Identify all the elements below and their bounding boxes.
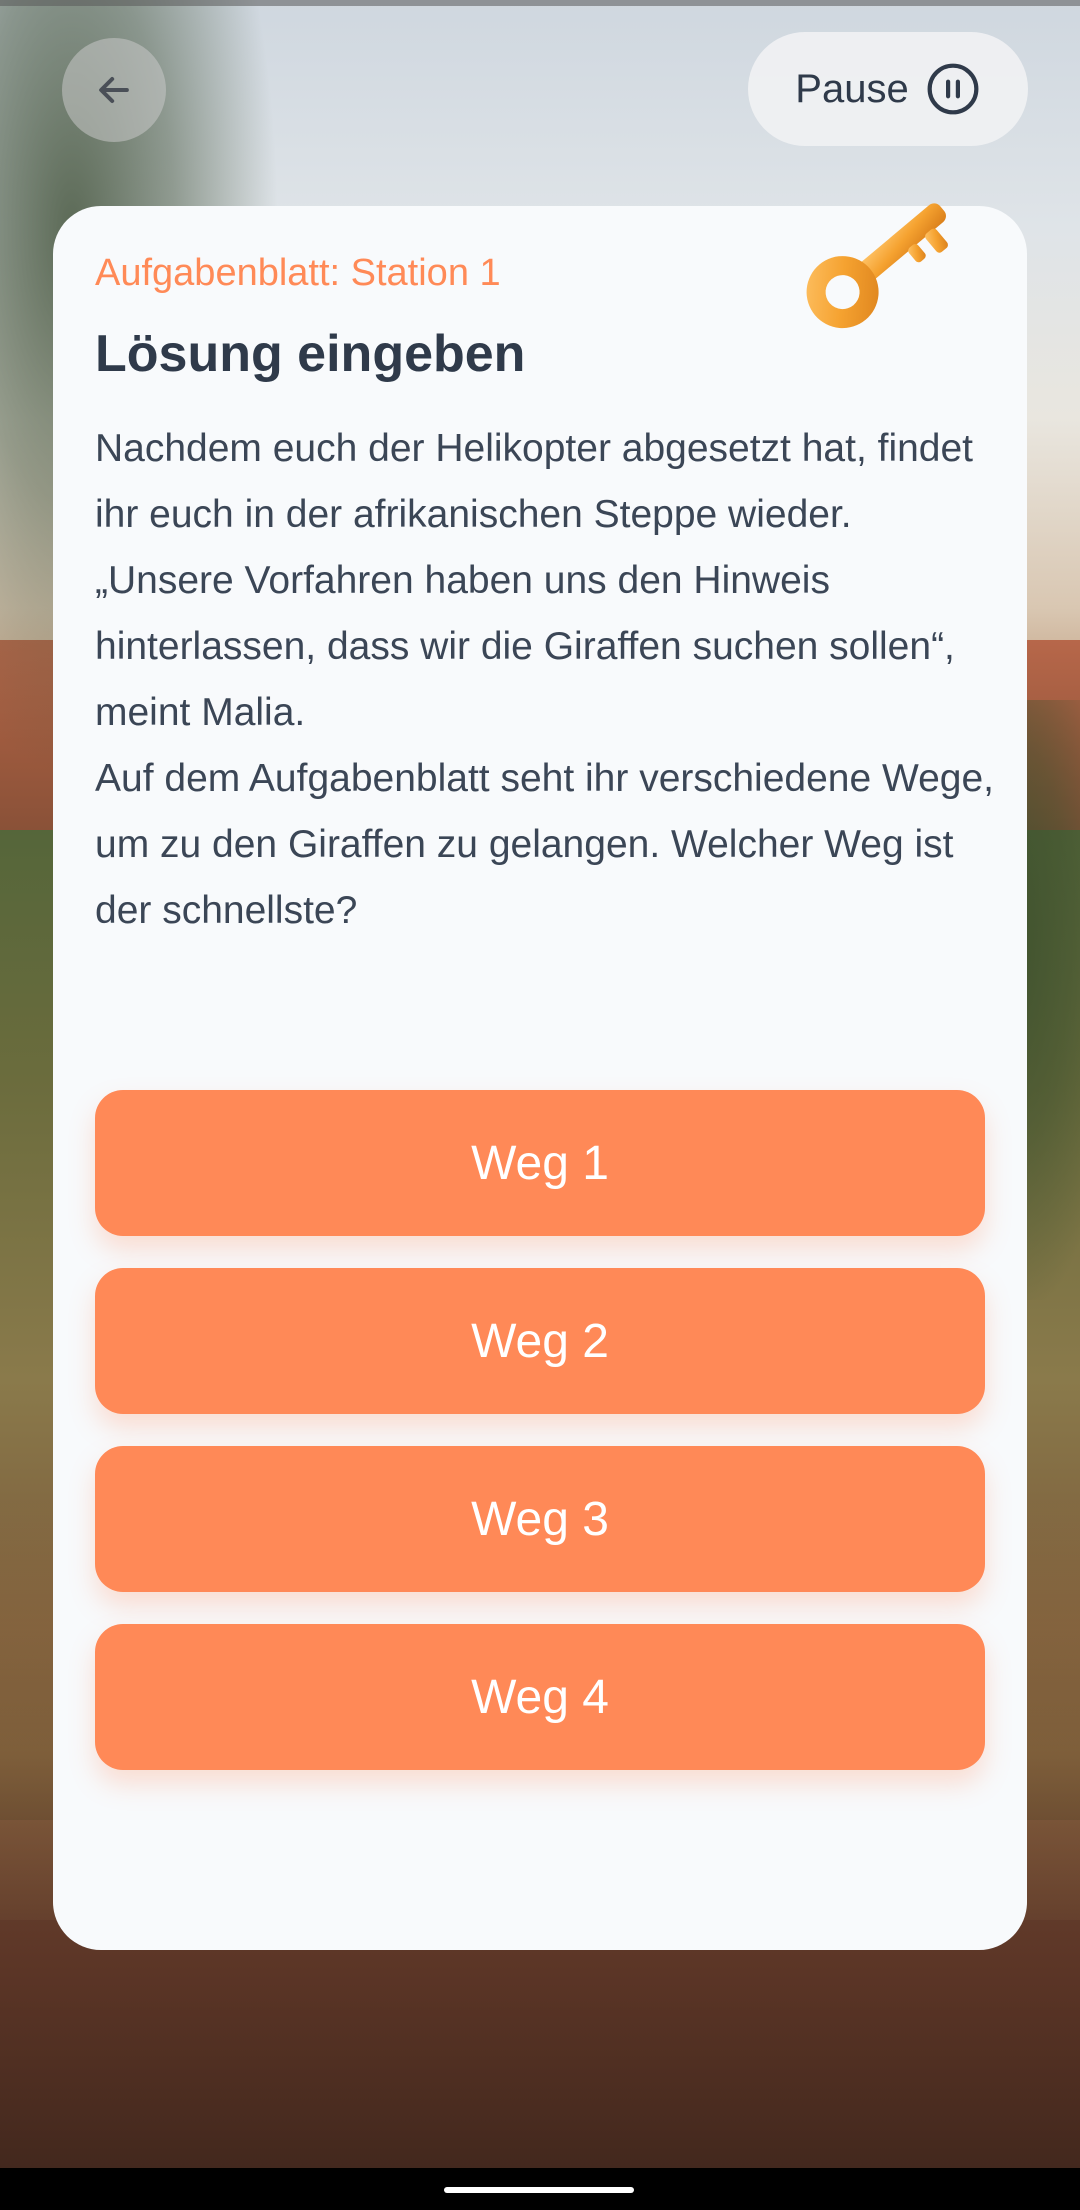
pause-label: Pause <box>795 66 909 111</box>
answer-label: Weg 4 <box>471 1670 609 1724</box>
task-description: Nachdem euch der Helikopter abgesetzt ha… <box>95 416 995 944</box>
arrow-left-icon <box>99 76 129 104</box>
answer-button-weg-3[interactable]: Weg 3 <box>95 1446 985 1592</box>
answer-button-weg-4[interactable]: Weg 4 <box>95 1624 985 1770</box>
paragraph: Nachdem euch der Helikopter abgesetzt ha… <box>95 427 974 536</box>
home-indicator[interactable] <box>444 2187 634 2193</box>
answer-label: Weg 1 <box>471 1136 609 1190</box>
answer-button-weg-1[interactable]: Weg 1 <box>95 1090 985 1236</box>
task-subtitle: Aufgabenblatt: Station 1 <box>95 252 501 294</box>
pause-button[interactable]: Pause <box>748 32 1028 146</box>
pause-circle-icon <box>927 63 979 115</box>
task-title: Lösung eingeben <box>95 325 526 383</box>
answer-label: Weg 2 <box>471 1314 609 1368</box>
paragraph: „Unsere Vorfahren haben uns den Hinweis … <box>95 559 955 734</box>
answer-button-weg-2[interactable]: Weg 2 <box>95 1268 985 1414</box>
top-status-strip <box>0 0 1080 6</box>
answer-list: Weg 1 Weg 2 Weg 3 Weg 4 <box>95 1090 985 1802</box>
back-button[interactable] <box>62 38 166 142</box>
task-card: Aufgabenblatt: Station 1 Lösung eingeben… <box>53 206 1027 1950</box>
paragraph: Auf dem Aufgabenblatt seht ihr verschied… <box>95 757 995 932</box>
key-icon <box>806 203 948 329</box>
answer-label: Weg 3 <box>471 1492 609 1546</box>
